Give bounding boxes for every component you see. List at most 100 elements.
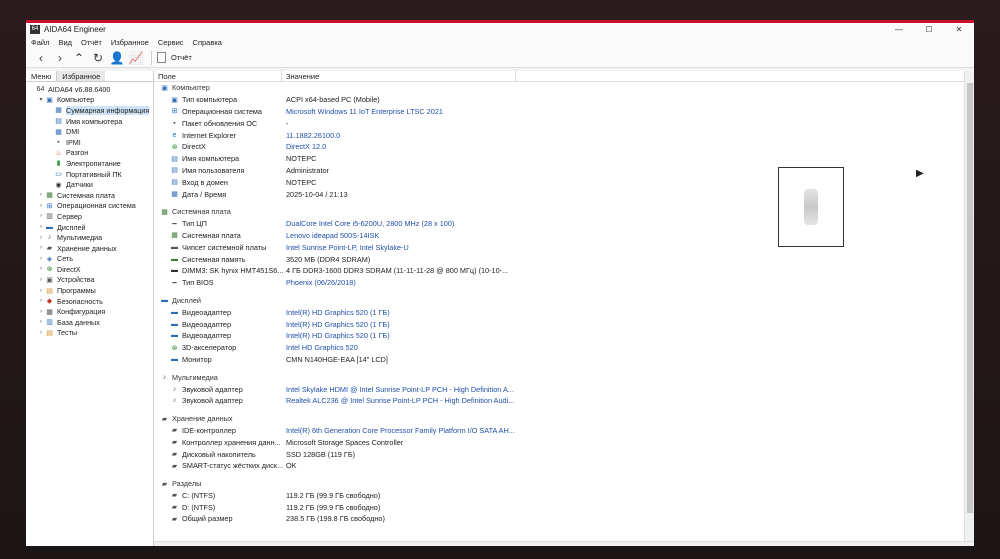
menu-report[interactable]: Отчёт (81, 38, 102, 47)
tree-item[interactable]: ◉ Датчики (26, 179, 153, 190)
tree-item[interactable]: › ▣ Устройства (26, 275, 153, 286)
back-icon[interactable]: ‹ (32, 50, 50, 66)
tree-item[interactable]: ▤ Имя компьютера (26, 116, 153, 127)
tree-item[interactable]: ▦ DMI (26, 126, 153, 137)
detail-row[interactable]: ▬ Видеоадаптер Intel(R) HD Graphics 520 (1… (154, 306, 954, 318)
expand-arrow-icon[interactable]: › (37, 192, 45, 198)
detail-row[interactable]: ▬ Видеоадаптер Intel(R) HD Graphics 520 (1… (154, 330, 954, 342)
value-link[interactable]: 11.1882.26100.0 (286, 131, 340, 140)
section-header[interactable]: ▣ Компьютер (154, 82, 954, 94)
detail-row[interactable]: ▰ Общий размер 238.5 ГБ (199.8 ГБ свободно… (154, 513, 954, 525)
tree-item[interactable]: › ▬ Дисплей (26, 222, 153, 233)
section-header[interactable]: ▬ Дисплей (154, 295, 954, 307)
section-header[interactable]: ♪ Мультимедиа (154, 371, 954, 383)
value-link[interactable]: Intel(R) HD Graphics 520 (1 ГБ) (286, 320, 390, 329)
expand-arrow-icon[interactable]: › (37, 330, 45, 336)
value-link[interactable]: Intel(R) 6th Generation Core Processor F… (286, 426, 515, 435)
column-header-field[interactable]: Поле (154, 71, 282, 81)
forward-icon[interactable]: › (51, 50, 69, 66)
tree-item[interactable]: ▦ Суммарная информация (26, 105, 153, 116)
detail-row[interactable]: ♪ Звуковой адаптер Realtek ALC236 @ Intel … (154, 395, 954, 407)
menu-help[interactable]: Справка (193, 38, 222, 47)
tree-item[interactable]: ▭ Портативный ПК (26, 169, 153, 180)
horizontal-scrollbar[interactable] (154, 541, 974, 546)
value-link[interactable]: DirectX 12.0 (286, 142, 326, 151)
value-link[interactable]: Microsoft Windows 11 IoT Enterprise LTSC… (286, 107, 443, 116)
detail-row[interactable]: ▪ Пакет обновления ОС - (154, 117, 954, 129)
tree-item[interactable]: › ▥ Сервер (26, 211, 153, 222)
detail-row[interactable]: ♪ Звуковой адаптер Intel Skylake HDMI @ In… (154, 383, 954, 395)
maximize-button[interactable]: ☐ (914, 23, 944, 36)
menu-favorites[interactable]: Избранное (111, 38, 149, 47)
detail-row[interactable]: ▬ Видеоадаптер Intel(R) HD Graphics 520 (1… (154, 318, 954, 330)
tab-favorites[interactable]: Избранное (57, 71, 106, 81)
close-button[interactable]: ✕ (944, 23, 974, 36)
expand-arrow-icon[interactable]: ▾ (37, 96, 45, 103)
value-link[interactable]: Intel Skylake HDMI @ Intel Sunrise Point… (286, 385, 514, 394)
tree-item[interactable]: ▪ IPMI (26, 137, 153, 148)
tree-item[interactable]: › ⊞ Операционная система (26, 201, 153, 212)
value-link[interactable]: Intel(R) HD Graphics 520 (1 ГБ) (286, 331, 390, 340)
detail-row[interactable]: ⊞ Операционная система Microsoft Windows 1… (154, 106, 954, 118)
detail-row[interactable]: ▬ Монитор CMN N140HGE-EAA [14" LCD] (154, 354, 954, 366)
expand-arrow-icon[interactable]: › (37, 266, 45, 272)
refresh-icon[interactable]: ↻ (89, 50, 107, 66)
tree-item[interactable]: › ▤ Программы (26, 285, 153, 296)
tree-item[interactable]: › ▰ Хранение данных (26, 243, 153, 254)
expand-arrow-icon[interactable]: › (37, 245, 45, 251)
value-link[interactable]: Phoenix (06/26/2018) (286, 278, 356, 287)
detail-row[interactable]: ▰ SMART-статус жёстких диск... OK (154, 460, 954, 472)
value-link[interactable]: Intel(R) HD Graphics 520 (1 ГБ) (286, 308, 390, 317)
value-link[interactable]: Realtek ALC236 @ Intel Sunrise Point-LP … (286, 396, 514, 405)
section-header[interactable]: ▰ Хранение данных (154, 413, 954, 425)
detail-row[interactable]: ▣ Тип компьютера ACPI x64-based PC (Mobile… (154, 94, 954, 106)
menu-service[interactable]: Сервис (158, 38, 184, 47)
tree-item[interactable]: ▾ ▣ Компьютер (26, 95, 153, 106)
detail-row[interactable]: ▰ D: (NTFS) 119.2 ГБ (99.9 ГБ свободно) (154, 501, 954, 513)
user-icon[interactable]: 👤 (108, 50, 126, 66)
detail-row[interactable]: ▰ C: (NTFS) 119.2 ГБ (99.9 ГБ свободно) (154, 490, 954, 502)
value-link[interactable]: Lenovo ideapad 500S-14ISK (286, 231, 379, 240)
expand-arrow-icon[interactable]: › (37, 203, 45, 209)
detail-row[interactable]: ⊗ DirectX DirectX 12.0 (154, 141, 954, 153)
scrollbar-thumb[interactable] (967, 83, 973, 513)
tree-item[interactable]: › ⊗ DirectX (26, 264, 153, 275)
detail-row[interactable]: ⊗ 3D-акселератор Intel HD Graphics 520 (154, 342, 954, 354)
expand-arrow-icon[interactable]: › (37, 213, 45, 219)
expand-arrow-icon[interactable]: › (37, 256, 45, 262)
value-link[interactable]: Intel HD Graphics 520 (286, 343, 358, 352)
detail-row[interactable]: ━ Тип BIOS Phoenix (06/26/2018) (154, 277, 954, 289)
expand-arrow-icon[interactable]: › (37, 224, 45, 230)
detail-row[interactable]: ▬ Системная память 3520 МБ (DDR4 SDRAM) (154, 253, 954, 265)
detail-row[interactable]: ▰ Контроллер хранения данн... Microsoft St… (154, 436, 954, 448)
expand-arrow-icon[interactable]: › (37, 319, 45, 325)
minimize-button[interactable]: — (884, 23, 914, 36)
up-icon[interactable]: ⌃ (70, 50, 88, 66)
tab-menu[interactable]: Меню (26, 71, 58, 81)
detail-row[interactable]: ▤ Имя компьютера NOTEPC (154, 153, 954, 165)
tree-item[interactable]: › ▤ Тесты (26, 328, 153, 339)
tree-item[interactable]: ▮ Электропитание (26, 158, 153, 169)
detail-row[interactable]: ▰ Дисковый накопитель SSD 128GB (119 ГБ) (154, 448, 954, 460)
expand-arrow-icon[interactable]: › (37, 309, 45, 315)
detail-row[interactable]: e Internet Explorer 11.1882.26100.0 (154, 129, 954, 141)
expand-arrow-icon[interactable]: › (37, 298, 45, 304)
section-header[interactable]: ▰ Разделы (154, 478, 954, 490)
expand-arrow-icon[interactable]: › (37, 235, 45, 241)
column-header-value[interactable]: Значение (282, 71, 516, 81)
tree-item[interactable]: › ▦ Конфигурация (26, 306, 153, 317)
tree-item[interactable]: › ◆ Безопасность (26, 296, 153, 307)
detail-row[interactable]: ▰ IDE-контроллер Intel(R) 6th Generation C… (154, 425, 954, 437)
tree-item[interactable]: 64 AIDA64 v6.88.6400 (26, 84, 153, 95)
vertical-scrollbar[interactable] (964, 71, 974, 546)
value-link[interactable]: Intel Sunrise Point-LP, Intel Skylake-U (286, 243, 409, 252)
detail-row[interactable]: ▬ DIMM3: SK hynix HMT451S6... 4 ГБ DDR3-16… (154, 265, 954, 277)
tree-item[interactable]: › ♪ Мультимедиа (26, 232, 153, 243)
menu-file[interactable]: Файл (31, 38, 49, 47)
tree-item[interactable]: ♨ Разгон (26, 148, 153, 159)
value-link[interactable]: DualCore Intel Core i5-6200U, 2800 MHz (… (286, 219, 454, 228)
expand-arrow-icon[interactable]: › (37, 277, 45, 283)
tree-item[interactable]: › ◈ Сеть (26, 254, 153, 265)
expand-arrow-icon[interactable]: › (37, 288, 45, 294)
tree-item[interactable]: › ▦ Системная плата (26, 190, 153, 201)
